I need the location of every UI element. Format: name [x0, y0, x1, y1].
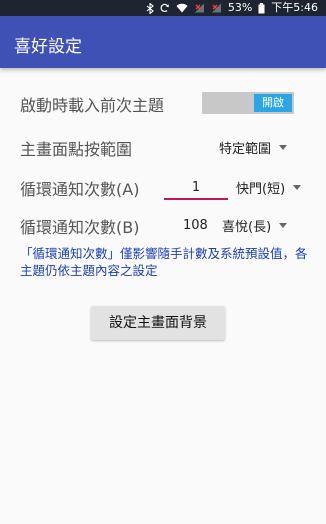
app-bar: 喜好設定 [0, 16, 326, 68]
cycle-b-count-input[interactable]: 108 [183, 216, 213, 236]
battery-icon [258, 2, 265, 14]
clock: 下午5:46 [271, 1, 318, 14]
dropdown-arrow-icon [279, 145, 288, 150]
cycle-b-mode-select[interactable]: 喜悅(長) [222, 216, 288, 235]
dropdown-arrow-icon [293, 185, 302, 190]
cycle-b-mode-value: 喜悅(長) [222, 220, 272, 235]
cycle-b-label: 循環通知次數(B) [20, 218, 140, 237]
tap-range-select[interactable]: 特定範圍 [219, 138, 288, 157]
cycle-a-mode-select[interactable]: 快門(短) [236, 178, 302, 197]
battery-percent: 53% [227, 1, 253, 14]
cycle-a-count-input[interactable]: 1 [164, 178, 228, 200]
load-last-theme-label: 啟動時載入前次主題 [20, 96, 165, 115]
tap-range-value: 特定範圍 [219, 142, 272, 157]
wifi-icon [176, 3, 188, 13]
status-bar: 53% 下午5:46 [0, 0, 326, 16]
cycle-count-note: 「循環通知次數」僅影響隨手計數及系統預設值，各主題仍依主題內容之設定 [20, 246, 308, 278]
dropdown-arrow-icon [279, 223, 288, 228]
set-background-button[interactable]: 設定主畫面背景 [91, 306, 225, 340]
signal-icon-2 [211, 3, 222, 13]
bluetooth-icon [146, 2, 154, 14]
page-title: 喜好設定 [14, 37, 82, 57]
load-last-theme-toggle[interactable]: 開啟 [202, 92, 294, 114]
tap-range-label: 主畫面點按範圍 [20, 140, 133, 159]
toggle-on-label: 開啟 [254, 94, 292, 112]
cycle-a-label: 循環通知次數(A) [20, 180, 140, 199]
signal-icon [194, 3, 205, 13]
cycle-a-mode-value: 快門(短) [236, 182, 286, 197]
status-icons: 53% 下午5:46 [146, 0, 318, 16]
sync-icon [160, 3, 170, 13]
